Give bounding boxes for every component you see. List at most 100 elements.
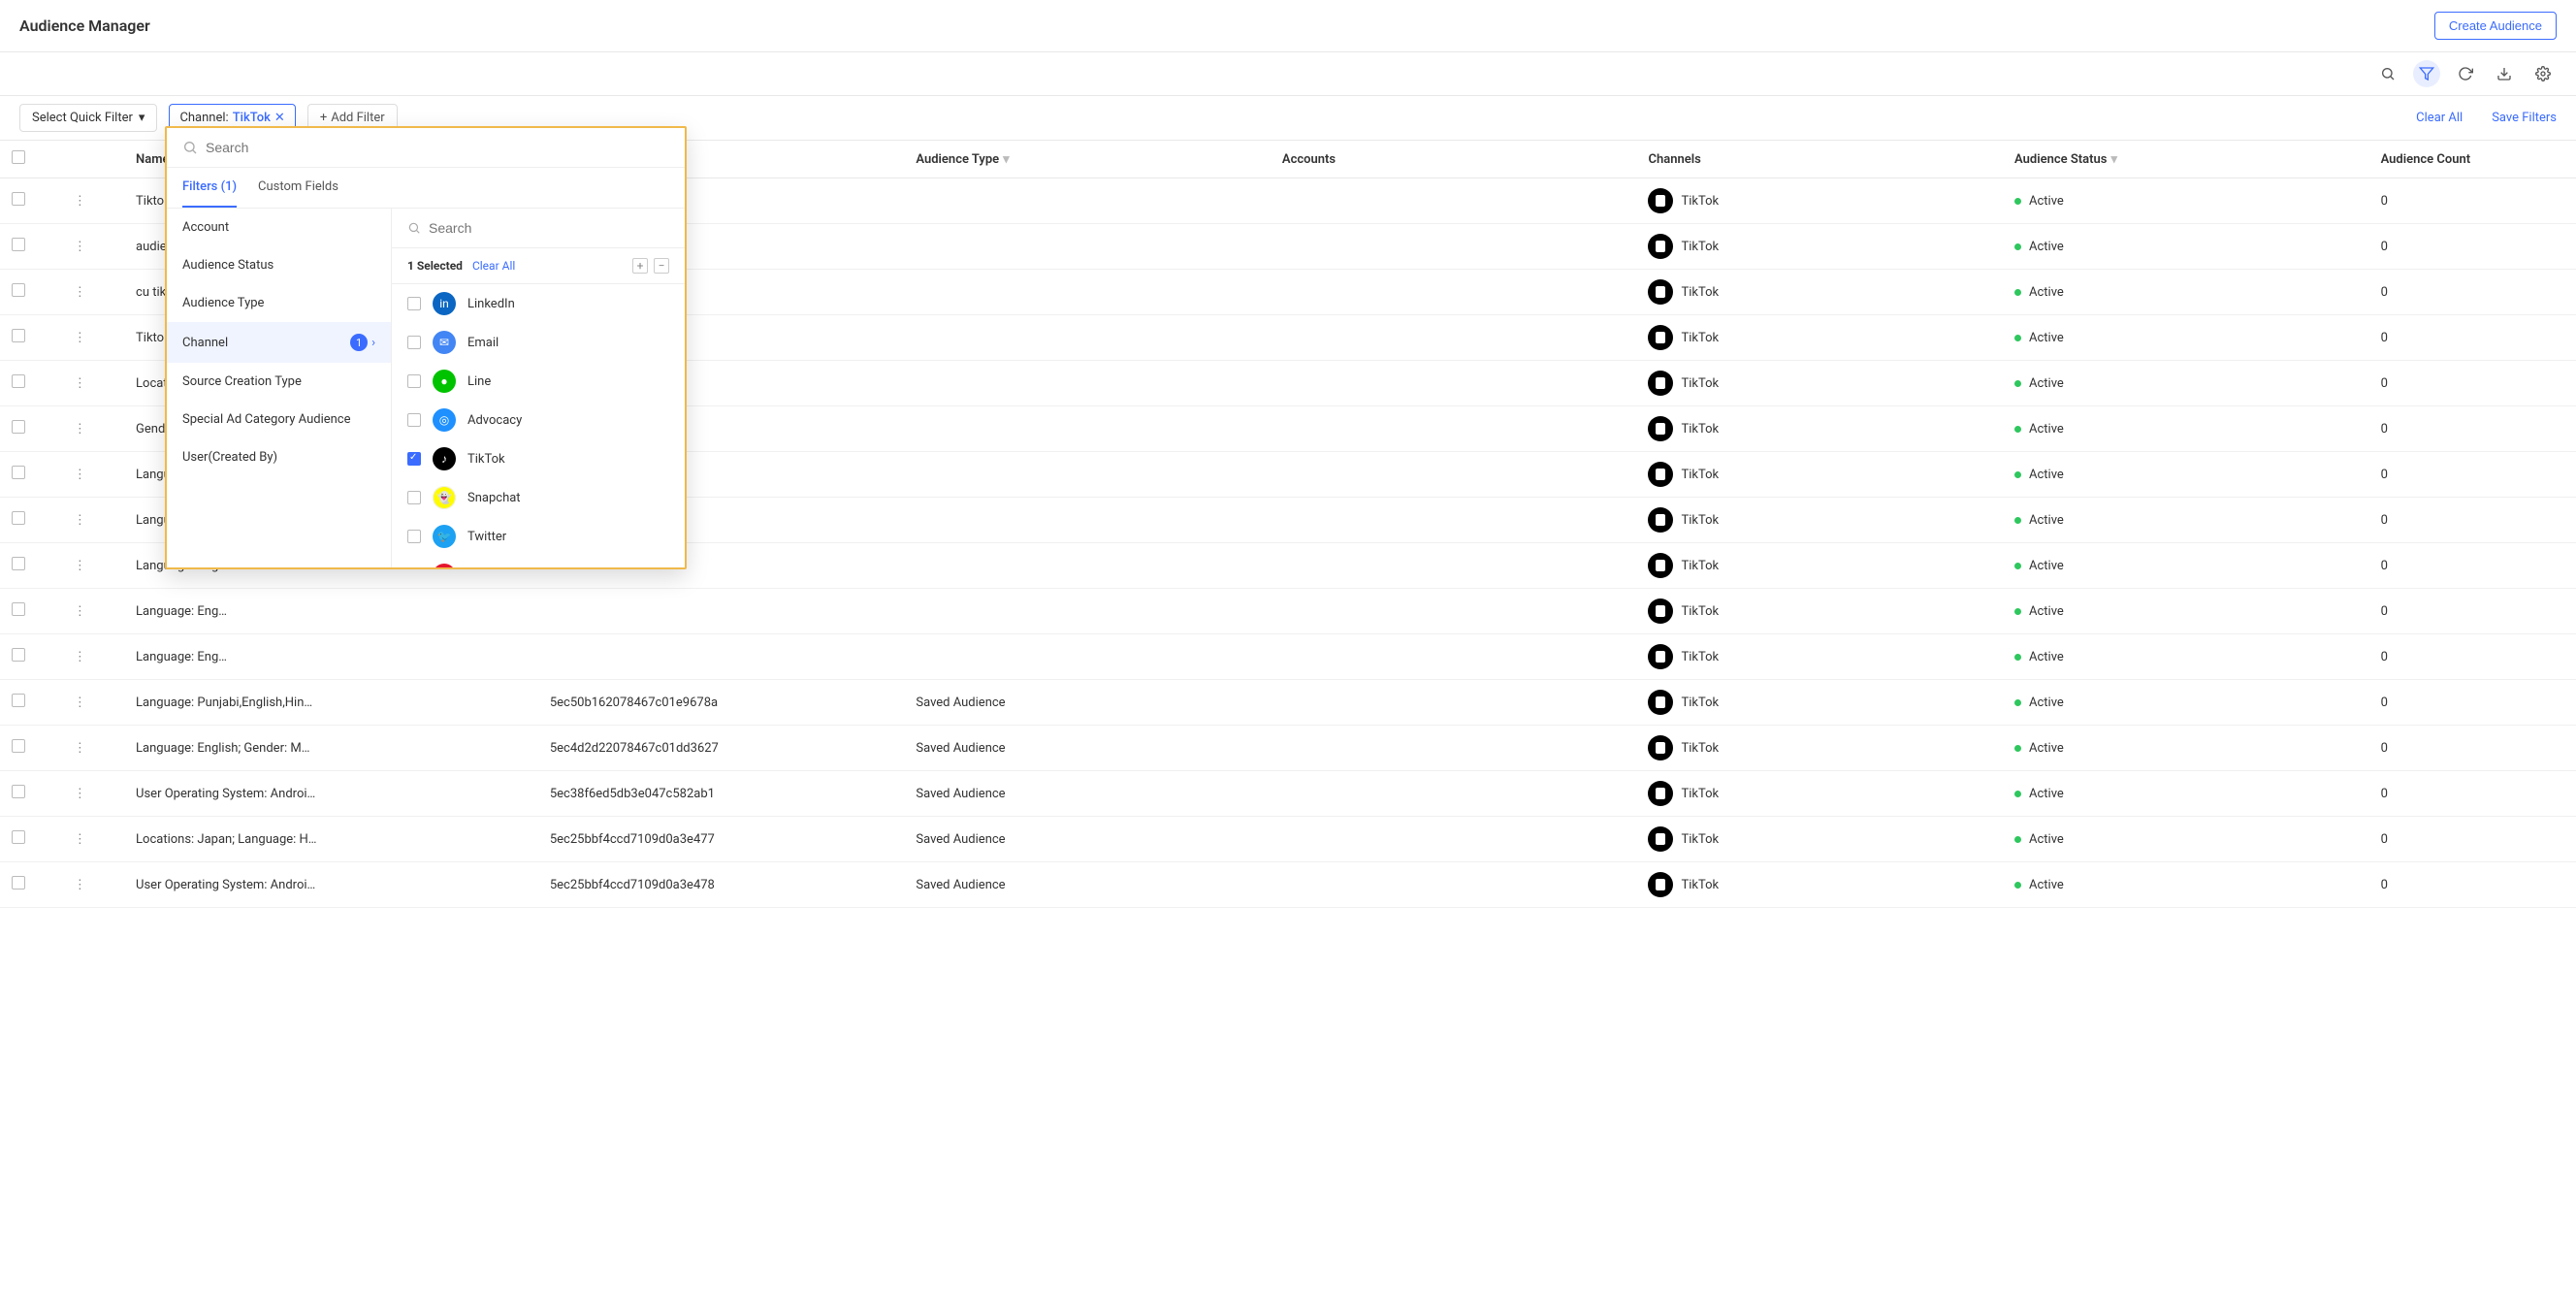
clear-all-button[interactable]: Clear All [2416, 111, 2463, 125]
option-checkbox[interactable] [407, 530, 421, 543]
deselect-all-icon[interactable]: − [654, 258, 669, 274]
channel-option[interactable]: 微Sina Weibo [392, 556, 685, 567]
col-audience-type[interactable]: Audience Type▾ [904, 141, 1271, 178]
option-label: Advocacy [467, 413, 522, 428]
filter-category[interactable]: User(Created By) [167, 438, 391, 476]
cell-count: 0 [2369, 452, 2576, 498]
channel-option[interactable]: ♪TikTok [392, 439, 685, 478]
close-icon[interactable]: ✕ [274, 111, 285, 125]
option-checkbox[interactable] [407, 413, 421, 427]
filter-category[interactable]: Audience Status [167, 246, 391, 284]
row-menu-icon[interactable]: ⋮ [72, 559, 87, 573]
row-menu-icon[interactable]: ⋮ [72, 422, 87, 437]
row-checkbox[interactable] [12, 238, 25, 251]
category-label: Source Creation Type [182, 374, 302, 389]
row-menu-icon[interactable]: ⋮ [72, 604, 87, 619]
tiktok-icon [1648, 462, 1673, 487]
status-dot [2014, 426, 2021, 433]
cell-channels: TikTok [1636, 406, 2003, 452]
channel-option[interactable]: 👻Snapchat [392, 478, 685, 517]
option-checkbox[interactable] [407, 336, 421, 349]
channel-option[interactable]: ●Line [392, 362, 685, 401]
col-accounts[interactable]: Accounts [1271, 141, 1637, 178]
col-channels[interactable]: Channels [1636, 141, 2003, 178]
row-menu-icon[interactable]: ⋮ [72, 650, 87, 664]
col-status[interactable]: Audience Status▾ [2003, 141, 2369, 178]
option-checkbox[interactable] [407, 452, 421, 466]
refresh-icon[interactable] [2452, 60, 2479, 87]
row-menu-icon[interactable]: ⋮ [72, 376, 87, 391]
cell-status: Active [2003, 178, 2369, 224]
row-menu-icon[interactable]: ⋮ [72, 787, 87, 801]
cell-accounts [1271, 361, 1637, 406]
row-checkbox[interactable] [12, 466, 25, 479]
cell-channels: TikTok [1636, 361, 2003, 406]
row-menu-icon[interactable]: ⋮ [72, 194, 87, 209]
filter-category[interactable]: Channel1› [167, 322, 391, 363]
filter-icon[interactable] [2413, 60, 2440, 87]
row-menu-icon[interactable]: ⋮ [72, 285, 87, 300]
col-count[interactable]: Audience Count [2369, 141, 2576, 178]
filter-category[interactable]: Special Ad Category Audience [167, 401, 391, 438]
category-label: Audience Status [182, 258, 274, 273]
row-checkbox[interactable] [12, 785, 25, 798]
cell-channels: TikTok [1636, 771, 2003, 817]
row-checkbox[interactable] [12, 192, 25, 206]
cell-name: Locations: Japan; Language: H… [124, 817, 538, 862]
quick-filter-dropdown[interactable]: Select Quick Filter ▾ [19, 104, 157, 132]
option-checkbox[interactable] [407, 374, 421, 388]
channel-option[interactable]: inLinkedIn [392, 284, 685, 323]
row-checkbox[interactable] [12, 374, 25, 388]
tiktok-icon [1648, 416, 1673, 441]
select-all-icon[interactable]: + [632, 258, 648, 274]
gear-icon[interactable] [2529, 60, 2557, 87]
row-menu-icon[interactable]: ⋮ [72, 468, 87, 482]
filter-category[interactable]: Source Creation Type [167, 363, 391, 401]
status-dot [2014, 882, 2021, 889]
clear-all-options[interactable]: Clear All [472, 259, 515, 273]
save-filters-button[interactable]: Save Filters [2492, 111, 2557, 125]
tab-custom-fields[interactable]: Custom Fields [258, 168, 338, 208]
filter-category[interactable]: Account [167, 209, 391, 246]
row-checkbox[interactable] [12, 694, 25, 707]
cell-channels: TikTok [1636, 680, 2003, 726]
row-menu-icon[interactable]: ⋮ [72, 513, 87, 528]
row-menu-icon[interactable]: ⋮ [72, 696, 87, 710]
cell-accounts [1271, 680, 1637, 726]
row-checkbox[interactable] [12, 283, 25, 297]
row-checkbox[interactable] [12, 830, 25, 844]
tiktok-icon [1648, 325, 1673, 350]
filter-category[interactable]: Audience Type [167, 284, 391, 322]
row-checkbox[interactable] [12, 329, 25, 342]
option-checkbox[interactable] [407, 297, 421, 310]
download-icon[interactable] [2491, 60, 2518, 87]
filter-search-input[interactable] [206, 140, 669, 155]
row-menu-icon[interactable]: ⋮ [72, 832, 87, 847]
cell-status: Active [2003, 315, 2369, 361]
row-menu-icon[interactable]: ⋮ [72, 240, 87, 254]
row-checkbox[interactable] [12, 602, 25, 616]
select-all-checkbox[interactable] [12, 150, 25, 164]
plus-icon: + [320, 111, 327, 125]
channel-option[interactable]: 🐦Twitter [392, 517, 685, 556]
options-search-input[interactable] [429, 220, 669, 236]
tab-filters[interactable]: Filters (1) [182, 168, 237, 208]
row-checkbox[interactable] [12, 648, 25, 662]
row-menu-icon[interactable]: ⋮ [72, 741, 87, 756]
page-title: Audience Manager [19, 16, 150, 35]
channel-option[interactable]: ◎Advocacy [392, 401, 685, 439]
option-checkbox[interactable] [407, 491, 421, 504]
channel-option[interactable]: ✉Email [392, 323, 685, 362]
row-checkbox[interactable] [12, 511, 25, 525]
row-menu-icon[interactable]: ⋮ [72, 878, 87, 892]
cell-audience-id: 5ec4d2d22078467c01dd3627 [538, 726, 905, 771]
row-menu-icon[interactable]: ⋮ [72, 331, 87, 345]
create-audience-button[interactable]: Create Audience [2434, 12, 2557, 40]
status-dot [2014, 471, 2021, 478]
table-row: ⋮Language: Eng…TikTokActive0 [0, 634, 2576, 680]
row-checkbox[interactable] [12, 739, 25, 753]
search-icon[interactable] [2374, 60, 2401, 87]
row-checkbox[interactable] [12, 876, 25, 890]
row-checkbox[interactable] [12, 420, 25, 434]
row-checkbox[interactable] [12, 557, 25, 570]
